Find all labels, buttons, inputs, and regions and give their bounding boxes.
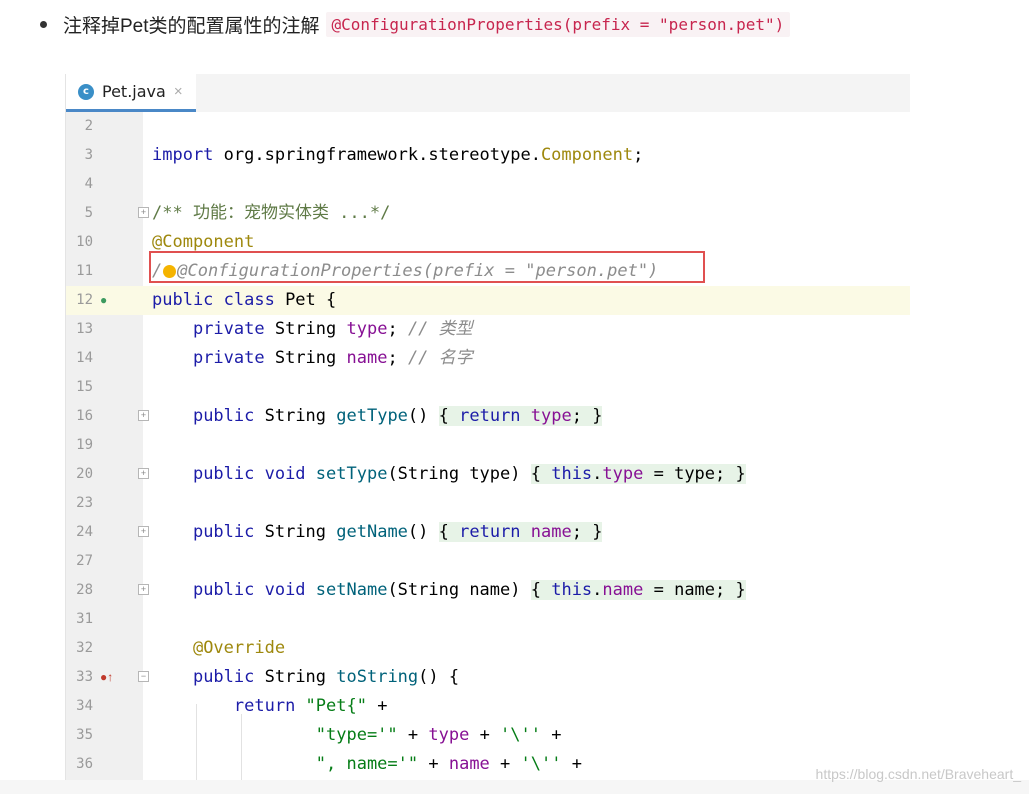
fold-plus-icon[interactable]: +: [138, 468, 149, 479]
code-line: 20 + public void setType(String type) { …: [66, 460, 910, 489]
code-line: 34 return "Pet{" +: [66, 692, 910, 721]
code-line: 28 + public void setName(String name) { …: [66, 576, 910, 605]
code-line: 16 + public String getType() { return ty…: [66, 402, 910, 431]
line-number: 11: [76, 263, 93, 279]
instruction-code: @ConfigurationProperties(prefix = "perso…: [325, 11, 791, 37]
java-class-icon: c: [78, 83, 94, 100]
line-number: 2: [84, 118, 93, 134]
code-line-current: 12 ● public class Pet {: [66, 286, 910, 315]
line-number: 20: [76, 466, 93, 482]
bean-icon[interactable]: ●: [100, 292, 107, 308]
instruction-bullet: 注释掉Pet类的配置属性的注解 @ConfigurationProperties…: [40, 8, 791, 40]
line-number: 23: [76, 495, 93, 511]
line-number: 10: [76, 234, 93, 250]
override-arrow-icon[interactable]: ●↑: [100, 669, 113, 685]
code-line: 35 "type='" + type + '\'' +: [66, 721, 910, 750]
fold-plus-icon[interactable]: +: [138, 526, 149, 537]
code-text: "type='" + type + '\'' +: [315, 725, 562, 745]
code-line: 33 ●↑ − public String toString() {: [66, 663, 910, 692]
code-line: 2: [66, 112, 910, 141]
line-number: 14: [76, 350, 93, 366]
fold-plus-icon[interactable]: +: [138, 410, 149, 421]
code-text: public void setName(String name) { this.…: [192, 580, 746, 600]
line-number: 3: [84, 147, 93, 163]
line-number: 13: [76, 321, 93, 337]
code-line: 36 ", name='" + name + '\'' +: [66, 750, 910, 779]
line-number: 4: [84, 176, 93, 192]
line-number: 12: [76, 292, 93, 308]
code-text: private String type; // 类型: [192, 319, 473, 339]
code-line: 32 @Override: [66, 634, 910, 663]
code-text: public String getName() { return name; }: [192, 522, 603, 542]
code-line: 31: [66, 605, 910, 634]
bottom-strip: [0, 780, 1029, 794]
code-line: 3 import org.springframework.stereotype.…: [66, 141, 910, 170]
line-number: 31: [76, 611, 93, 627]
instruction-text: 注释掉Pet类的配置属性的注解: [63, 15, 320, 37]
code-line: 23: [66, 489, 910, 518]
line-number: 28: [76, 582, 93, 598]
code-text: private String name; // 名字: [192, 348, 473, 368]
line-number: 16: [76, 408, 93, 424]
code-line: 4: [66, 170, 910, 199]
code-line: 19: [66, 431, 910, 460]
watermark: https://blog.csdn.net/Braveheart_: [815, 766, 1021, 782]
editor-tab-bar: c Pet.java ×: [66, 74, 910, 113]
line-number: 36: [76, 756, 93, 772]
code-line: 27: [66, 547, 910, 576]
line-number: 19: [76, 437, 93, 453]
code-text: public class Pet {: [152, 290, 337, 310]
code-text: ", name='" + name + '\'' +: [315, 754, 582, 774]
fold-plus-icon[interactable]: +: [138, 207, 149, 218]
line-number: 15: [76, 379, 93, 395]
code-text: return "Pet{" +: [233, 696, 388, 716]
code-text: /** 功能：宠物实体类 ...*/: [152, 203, 391, 223]
line-number: 33: [76, 669, 93, 685]
code-text: public void setType(String type) { this.…: [192, 464, 746, 484]
highlight-box: [149, 251, 705, 283]
line-number: 24: [76, 524, 93, 540]
line-number: 27: [76, 553, 93, 569]
code-text: public String getType() { return type; }: [192, 406, 603, 426]
tab-pet-java[interactable]: c Pet.java ×: [66, 74, 196, 112]
tab-label: Pet.java: [102, 82, 166, 101]
code-text: import org.springframework.stereotype.Co…: [152, 145, 644, 165]
code-text: public String toString() {: [192, 667, 460, 687]
line-number: 5: [84, 205, 93, 221]
code-line: 15: [66, 373, 910, 402]
line-number: 32: [76, 640, 93, 656]
close-icon[interactable]: ×: [174, 83, 183, 100]
code-line: 24 + public String getName() { return na…: [66, 518, 910, 547]
code-line: 5 + /** 功能：宠物实体类 ...*/: [66, 199, 910, 228]
code-line: 13 private String type; // 类型: [66, 315, 910, 344]
fold-minus-icon[interactable]: −: [138, 671, 149, 682]
bullet-dot: [40, 20, 47, 28]
code-line: 14 private String name; // 名字: [66, 344, 910, 373]
fold-plus-icon[interactable]: +: [138, 584, 149, 595]
line-number: 34: [76, 698, 93, 714]
line-number: 35: [76, 727, 93, 743]
code-text: @Override: [192, 638, 286, 658]
code-editor: c Pet.java × 2 3 import org.springframew…: [65, 74, 910, 780]
